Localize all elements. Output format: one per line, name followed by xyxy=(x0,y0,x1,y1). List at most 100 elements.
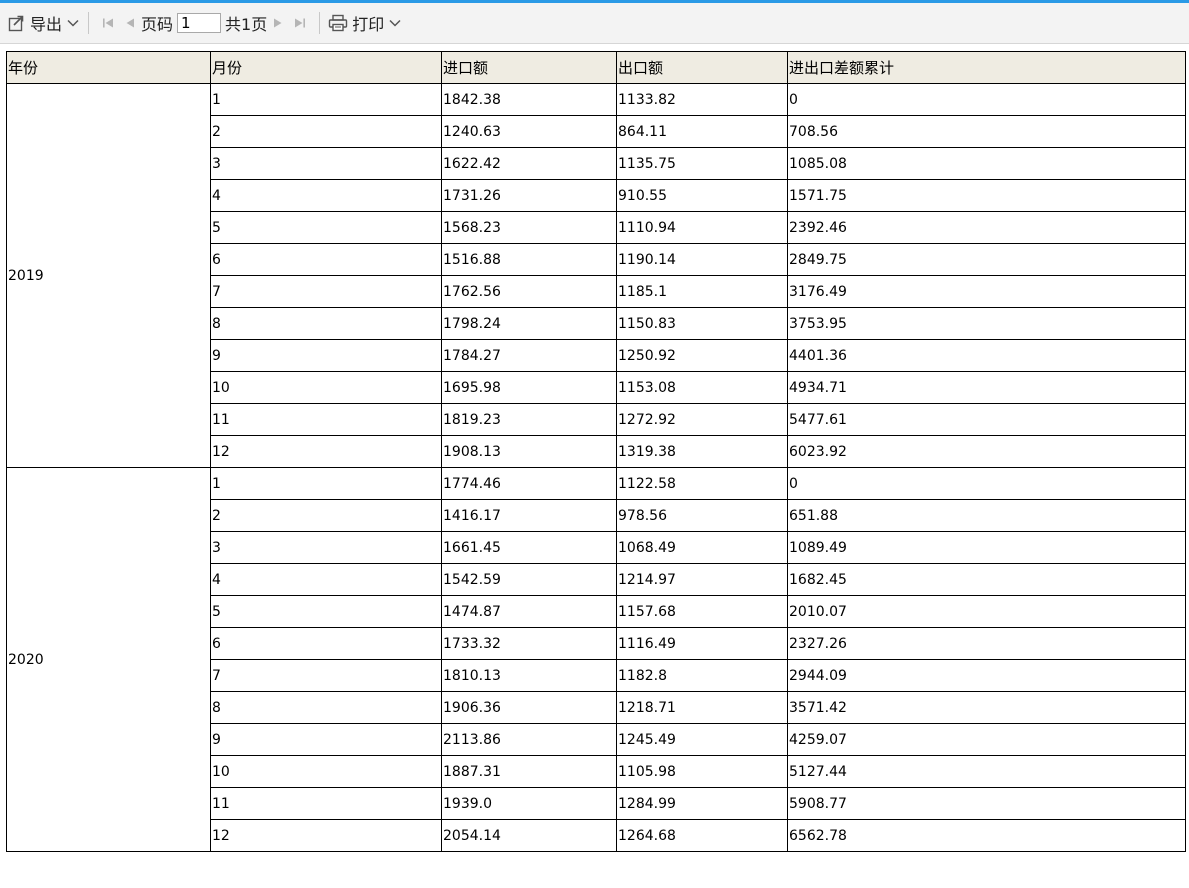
cell-balance: 2327.26 xyxy=(787,627,1186,660)
export-icon xyxy=(8,15,24,32)
cell-month: 4 xyxy=(210,179,442,212)
cell-export: 1185.1 xyxy=(616,275,788,308)
cell-balance: 0 xyxy=(787,83,1186,116)
cell-balance: 5127.44 xyxy=(787,755,1186,788)
last-page-icon[interactable] xyxy=(293,16,307,30)
cell-month: 2 xyxy=(210,115,442,148)
toolbar-divider xyxy=(319,12,321,34)
cell-export: 1135.75 xyxy=(616,147,788,180)
export-menu-button[interactable]: 导出 xyxy=(0,9,80,37)
total-pages-label: 共1页 xyxy=(225,15,268,34)
cell-import: 2113.86 xyxy=(441,723,617,756)
cell-balance: 3571.42 xyxy=(787,691,1186,724)
printer-icon xyxy=(329,14,348,32)
cell-month: 5 xyxy=(210,595,442,628)
export-label: 导出 xyxy=(30,15,63,34)
cell-import: 1733.32 xyxy=(441,627,617,660)
chevron-down-icon xyxy=(389,19,401,27)
cell-import: 1819.23 xyxy=(441,403,617,436)
cell-export: 1182.8 xyxy=(616,659,788,692)
cell-month: 8 xyxy=(210,691,442,724)
header-export: 出口额 xyxy=(616,51,788,84)
cell-balance: 4259.07 xyxy=(787,723,1186,756)
report-table: 年份 月份 进口额 出口额 进出口差额累计 2019 1 1842.38 1133.8… xyxy=(6,51,1186,852)
table-body: 2019 1 1842.38 1133.82 0 2 1240.63 864.11 708.56… xyxy=(6,83,1186,852)
cell-month: 12 xyxy=(210,819,442,852)
chevron-down-icon xyxy=(67,19,79,27)
cell-month: 9 xyxy=(210,723,442,756)
prev-page-icon[interactable] xyxy=(123,16,137,30)
cell-month: 11 xyxy=(210,787,442,820)
cell-balance: 2944.09 xyxy=(787,659,1186,692)
cell-import: 1939.0 xyxy=(441,787,617,820)
cell-month: 6 xyxy=(210,243,442,276)
cell-import: 1762.56 xyxy=(441,275,617,308)
cell-import: 1568.23 xyxy=(441,211,617,244)
header-balance-cumulative: 进出口差额累计 xyxy=(787,51,1186,84)
header-import: 进口额 xyxy=(441,51,617,84)
cell-balance: 0 xyxy=(787,467,1186,500)
cell-export: 1190.14 xyxy=(616,243,788,276)
page-label: 页码 xyxy=(141,15,174,34)
cell-import: 1661.45 xyxy=(441,531,617,564)
cell-export: 1245.49 xyxy=(616,723,788,756)
page-number-input[interactable] xyxy=(177,13,222,33)
cell-balance: 1089.49 xyxy=(787,531,1186,564)
cell-export: 910.55 xyxy=(616,179,788,212)
cell-import: 1784.27 xyxy=(441,339,617,372)
cell-month: 9 xyxy=(210,339,442,372)
header-month: 月份 xyxy=(210,51,442,84)
cell-import: 2054.14 xyxy=(441,819,617,852)
cell-import: 1810.13 xyxy=(441,659,617,692)
cell-month: 6 xyxy=(210,627,442,660)
print-label: 打印 xyxy=(352,15,385,34)
cell-month: 10 xyxy=(210,371,442,404)
cell-export: 1122.58 xyxy=(616,467,788,500)
print-menu-button[interactable]: 打印 xyxy=(328,9,402,37)
report-toolbar: 导出 页码 共1页 打印 xyxy=(0,3,1189,44)
cell-month: 7 xyxy=(210,275,442,308)
cell-export: 1284.99 xyxy=(616,787,788,820)
cell-export: 1218.71 xyxy=(616,691,788,724)
cell-export: 1110.94 xyxy=(616,211,788,244)
cell-month: 3 xyxy=(210,531,442,564)
cell-import: 1695.98 xyxy=(441,371,617,404)
next-page-icon[interactable] xyxy=(271,16,285,30)
cell-import: 1516.88 xyxy=(441,243,617,276)
cell-balance: 1571.75 xyxy=(787,179,1186,212)
cell-balance: 5477.61 xyxy=(787,403,1186,436)
cell-balance: 5908.77 xyxy=(787,787,1186,820)
cell-balance: 2392.46 xyxy=(787,211,1186,244)
cell-export: 1150.83 xyxy=(616,307,788,340)
first-page-icon[interactable] xyxy=(101,16,115,30)
cell-month: 5 xyxy=(210,211,442,244)
header-year: 年份 xyxy=(6,51,211,84)
cell-import: 1474.87 xyxy=(441,595,617,628)
cell-month: 1 xyxy=(210,467,442,500)
cell-balance: 4934.71 xyxy=(787,371,1186,404)
cell-month: 2 xyxy=(210,499,442,532)
cell-balance: 651.88 xyxy=(787,499,1186,532)
cell-balance: 6023.92 xyxy=(787,435,1186,468)
table-row: 2020 1 1774.46 1122.58 0 xyxy=(6,467,1186,852)
cell-month: 8 xyxy=(210,307,442,340)
cell-import: 1908.13 xyxy=(441,435,617,468)
cell-export: 864.11 xyxy=(616,115,788,148)
cell-month: 11 xyxy=(210,403,442,436)
cell-balance: 1085.08 xyxy=(787,147,1186,180)
cell-import: 1542.59 xyxy=(441,563,617,596)
cell-export: 1133.82 xyxy=(616,83,788,116)
cell-export: 1105.98 xyxy=(616,755,788,788)
cell-export: 1157.68 xyxy=(616,595,788,628)
cell-month: 4 xyxy=(210,563,442,596)
table-row: 2019 1 1842.38 1133.82 0 xyxy=(6,83,1186,468)
cell-import: 1240.63 xyxy=(441,115,617,148)
cell-import: 1622.42 xyxy=(441,147,617,180)
cell-year: 2020 xyxy=(6,467,211,852)
cell-export: 1214.97 xyxy=(616,563,788,596)
cell-balance: 2010.07 xyxy=(787,595,1186,628)
cell-import: 1416.17 xyxy=(441,499,617,532)
cell-export: 1319.38 xyxy=(616,435,788,468)
cell-export: 1116.49 xyxy=(616,627,788,660)
cell-balance: 708.56 xyxy=(787,115,1186,148)
